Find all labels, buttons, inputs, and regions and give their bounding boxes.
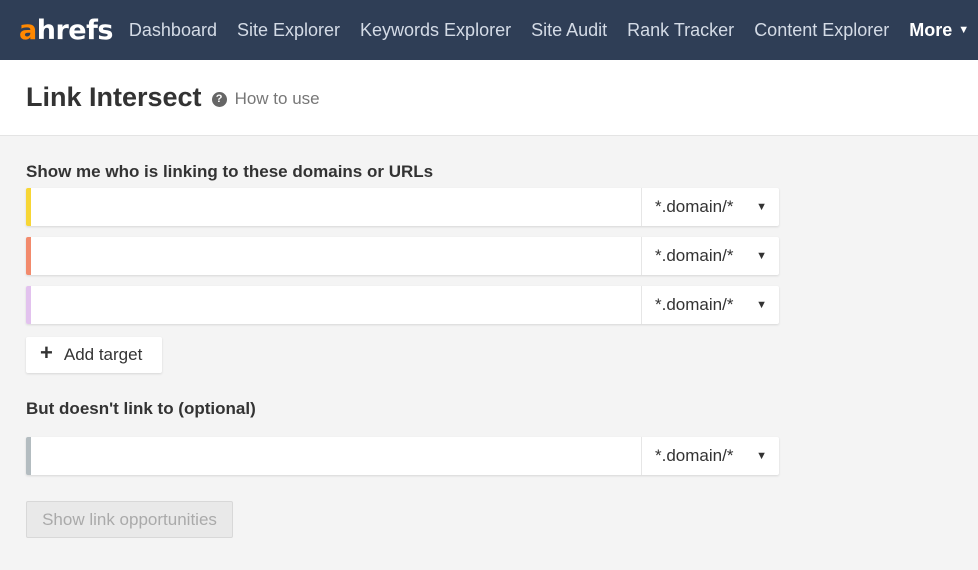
exclude-row: *.domain/* ▼ <box>26 437 779 475</box>
target-row-1: *.domain/* ▼ <box>26 188 779 226</box>
target-mode-select-3[interactable]: *.domain/* ▼ <box>641 286 779 324</box>
target-input-3[interactable] <box>31 286 641 324</box>
add-target-label: Add target <box>63 345 143 364</box>
nav-rank-tracker[interactable]: Rank Tracker <box>627 20 734 41</box>
target-mode-select-1[interactable]: *.domain/* ▼ <box>641 188 779 226</box>
nav-site-explorer[interactable]: Site Explorer <box>237 20 340 41</box>
dropdown-arrow-icon: ▼ <box>756 250 767 262</box>
target-mode-value: *.domain/* <box>655 246 734 265</box>
nav-site-audit[interactable]: Site Audit <box>531 20 607 41</box>
show-link-opportunities-button[interactable]: Show link opportunities <box>26 501 233 538</box>
exclude-mode-value: *.domain/* <box>655 446 734 465</box>
dropdown-arrow-icon: ▼ <box>756 299 767 311</box>
target-mode-value: *.domain/* <box>655 295 734 314</box>
caret-down-icon: ▼ <box>958 24 970 36</box>
exclude-mode-select[interactable]: *.domain/* ▼ <box>641 437 779 475</box>
target-row-2: *.domain/* ▼ <box>26 237 779 275</box>
link-intersect-form: Show me who is linking to these domains … <box>0 162 978 538</box>
question-circle-icon[interactable]: ? <box>211 91 227 107</box>
target-mode-value: *.domain/* <box>655 197 734 216</box>
exclude-input[interactable] <box>31 437 641 475</box>
top-navigation: a hrefs Dashboard Site Explorer Keywords … <box>0 0 978 60</box>
target-input-1[interactable] <box>31 188 641 226</box>
dropdown-arrow-icon: ▼ <box>756 450 767 462</box>
exclude-targets-label: But doesn't link to (optional) <box>26 399 256 418</box>
nav-more-label: More <box>909 19 953 40</box>
nav-content-explorer[interactable]: Content Explorer <box>754 20 889 41</box>
target-mode-select-2[interactable]: *.domain/* ▼ <box>641 237 779 275</box>
nav-dashboard[interactable]: Dashboard <box>129 20 217 41</box>
how-to-use-link[interactable]: How to use <box>235 89 320 109</box>
page-title: Link Intersect <box>26 82 202 112</box>
dropdown-arrow-icon: ▼ <box>756 201 767 213</box>
linking-targets-label: Show me who is linking to these domains … <box>26 162 434 181</box>
logo-text: hrefs <box>36 14 114 46</box>
nav-keywords-explorer[interactable]: Keywords Explorer <box>360 20 511 41</box>
target-row-3: *.domain/* ▼ <box>26 286 779 324</box>
plus-icon: + <box>40 340 53 365</box>
logo-letter-a: a <box>19 14 37 46</box>
ahrefs-logo[interactable]: a hrefs <box>19 15 113 46</box>
page-header: Link Intersect ? How to use <box>0 60 978 136</box>
nav-more-menu[interactable]: More ▼ <box>909 20 969 41</box>
add-target-button[interactable]: + Add target <box>26 337 162 373</box>
target-input-2[interactable] <box>31 237 641 275</box>
